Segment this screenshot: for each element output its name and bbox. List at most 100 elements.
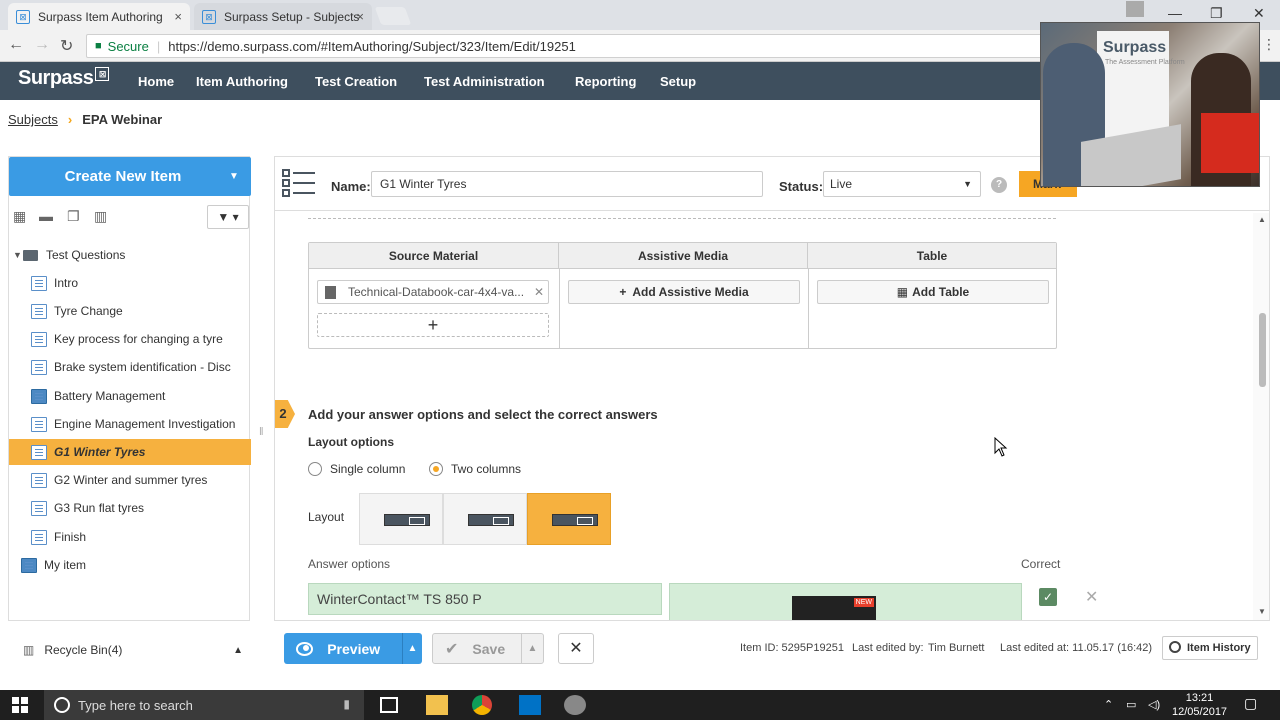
- help-icon[interactable]: ?: [991, 177, 1007, 193]
- url-field[interactable]: ■ Secure | https://demo.surpass.com/#Ite…: [86, 34, 1046, 58]
- taskbar-clock[interactable]: 13:21 12/05/2017: [1172, 691, 1227, 719]
- remove-file-icon[interactable]: ✕: [534, 281, 544, 303]
- answer-option-1-input[interactable]: WinterContact™ TS 850 P: [308, 583, 662, 615]
- remove-answer-icon[interactable]: ✕: [1085, 587, 1098, 607]
- chrome-icon[interactable]: [472, 695, 492, 715]
- microphone-icon[interactable]: ▮: [343, 697, 350, 711]
- layout-option-2-button[interactable]: [443, 493, 527, 545]
- minimize-icon[interactable]: —: [1168, 5, 1182, 21]
- text-item-icon: [31, 472, 47, 488]
- caret-up-icon[interactable]: ▲: [233, 645, 243, 656]
- item-editor: Name: G1 Winter Tyres Status: Live ▼ ? M…: [274, 156, 1270, 621]
- folder-icon[interactable]: ▬: [39, 208, 53, 224]
- nav-test-administration[interactable]: Test Administration: [424, 74, 545, 89]
- volume-icon[interactable]: ◁): [1148, 698, 1160, 711]
- tree-item-finish[interactable]: Finish: [9, 524, 251, 550]
- nav-test-creation[interactable]: Test Creation: [315, 74, 397, 89]
- nav-setup[interactable]: Setup: [660, 74, 696, 89]
- surpass-favicon-icon: ⊠: [16, 9, 30, 24]
- save-button[interactable]: ✔ Save ▲: [432, 633, 544, 664]
- nav-reporting[interactable]: Reporting: [575, 74, 636, 89]
- radio-two-columns[interactable]: Two columns: [429, 462, 521, 476]
- network-icon[interactable]: ▭: [1126, 698, 1136, 711]
- tree-item-engine-management[interactable]: Engine Management Investigation: [9, 411, 251, 437]
- hotspot-icon: [31, 388, 47, 404]
- copy-icon[interactable]: ❐: [67, 208, 80, 225]
- splitter-handle[interactable]: ‖: [259, 426, 264, 438]
- reload-icon[interactable]: ↻: [60, 36, 73, 56]
- radio-circle: [308, 462, 322, 476]
- chevron-up-icon[interactable]: ⌃: [1104, 698, 1113, 711]
- grid-view-icon[interactable]: ▦: [13, 208, 26, 225]
- divider: |: [156, 38, 161, 54]
- tab-setup-subjects[interactable]: ⊠ Surpass Setup - Subjects ×: [194, 3, 372, 30]
- tree-folder-test-questions[interactable]: ▼ Test Questions: [9, 242, 251, 268]
- answer-option-1-image[interactable]: [669, 583, 1022, 620]
- tab-close-icon[interactable]: ×: [174, 9, 182, 24]
- outlook-icon[interactable]: [519, 695, 541, 715]
- file-explorer-icon[interactable]: [426, 695, 448, 715]
- scroll-up-icon[interactable]: ▲: [1258, 215, 1266, 224]
- profile-icon[interactable]: [1126, 1, 1144, 17]
- taskbar-search[interactable]: Type here to search ▮: [44, 690, 364, 720]
- nav-item-authoring[interactable]: Item Authoring: [196, 74, 288, 89]
- window-close-icon[interactable]: ✕: [1253, 5, 1265, 22]
- scroll-thumb[interactable]: [1259, 313, 1266, 387]
- item-history-button[interactable]: Item History: [1162, 636, 1258, 660]
- tree-item-tyre-change[interactable]: Tyre Change: [9, 298, 251, 324]
- recycle-bin[interactable]: ▥ Recycle Bin(4) ▲: [9, 635, 251, 665]
- tab-close-icon[interactable]: ×: [356, 9, 364, 24]
- restore-icon[interactable]: ❐: [1210, 5, 1223, 22]
- tab-item-authoring[interactable]: ⊠ Surpass Item Authoring ×: [8, 3, 190, 30]
- chevron-down-icon[interactable]: ▼: [217, 171, 251, 182]
- app-icon[interactable]: [564, 695, 586, 715]
- video-brand-text: Surpass: [1103, 39, 1167, 56]
- tree-item-g3-run-flat[interactable]: G3 Run flat tyres: [9, 495, 251, 521]
- new-tab-button[interactable]: [374, 7, 412, 25]
- last-edited-by-user[interactable]: Tim Burnett: [928, 642, 984, 654]
- preview-button[interactable]: Preview ▲: [284, 633, 422, 664]
- caret-down-icon[interactable]: ▼: [9, 250, 23, 260]
- eye-icon: [296, 641, 314, 656]
- status-select[interactable]: Live ▼: [823, 171, 981, 197]
- layout-option-1-button[interactable]: [359, 493, 443, 545]
- tree-item-g1-winter-tyres[interactable]: G1 Winter Tyres: [9, 439, 251, 465]
- trash-icon[interactable]: ▥: [94, 208, 107, 225]
- add-source-material-button[interactable]: +: [317, 313, 549, 337]
- item-name-input[interactable]: G1 Winter Tyres: [371, 171, 763, 197]
- caret-up-icon[interactable]: ▲: [403, 643, 422, 654]
- task-view-icon[interactable]: [380, 697, 398, 713]
- tree-item-intro[interactable]: Intro: [9, 270, 251, 296]
- tree-item-g2-winter-summer[interactable]: G2 Winter and summer tyres: [9, 467, 251, 493]
- scroll-down-icon[interactable]: ▼: [1258, 607, 1266, 616]
- source-file-item[interactable]: Technical-Databook-car-4x4-va... ✕: [317, 280, 549, 304]
- layout-option-3-button[interactable]: [527, 493, 611, 545]
- filter-dropdown[interactable]: ▼ ▾: [207, 205, 249, 229]
- tree-item-key-process[interactable]: Key process for changing a tyre: [9, 326, 251, 352]
- video-tagline: The Assessment Platform: [1105, 59, 1185, 66]
- correct-checkbox[interactable]: ✓: [1039, 588, 1057, 606]
- windows-start-icon[interactable]: [12, 697, 28, 713]
- cancel-button[interactable]: ✕: [558, 633, 594, 664]
- tree-item-battery-management[interactable]: Battery Management: [9, 383, 251, 409]
- add-table-button[interactable]: ▦ Add Table: [817, 280, 1049, 304]
- radio-single-column[interactable]: Single column: [308, 462, 405, 476]
- caret-up-icon[interactable]: ▲: [522, 643, 543, 654]
- back-icon[interactable]: ←: [8, 36, 24, 54]
- surpass-logo[interactable]: Surpass ⊠: [18, 67, 110, 90]
- document-icon: [325, 286, 336, 299]
- tab-title: Surpass Setup - Subjects: [224, 9, 360, 24]
- notifications-icon[interactable]: ▢: [1244, 695, 1257, 712]
- breadcrumb-subjects[interactable]: Subjects: [8, 112, 58, 127]
- sidebar-toolbar: ▦ ▬ ❐ ▥ ▼ ▾: [9, 205, 251, 231]
- tree-item-my-item[interactable]: My item: [9, 552, 251, 578]
- tree-item-brake-system[interactable]: Brake system identification - Disc: [9, 354, 251, 380]
- forward-icon[interactable]: →: [34, 36, 50, 54]
- create-new-item-button[interactable]: Create New Item ▼: [9, 157, 251, 196]
- nav-home[interactable]: Home: [138, 74, 174, 89]
- editor-scrollbar[interactable]: ▲ ▼: [1253, 213, 1269, 620]
- add-assistive-media-button[interactable]: + Add Assistive Media: [568, 280, 800, 304]
- column-divider: [559, 269, 560, 349]
- last-edited-at: Last edited at: 11.05.17 (16:42): [1000, 642, 1153, 654]
- menu-icon[interactable]: ⋮: [1262, 36, 1276, 53]
